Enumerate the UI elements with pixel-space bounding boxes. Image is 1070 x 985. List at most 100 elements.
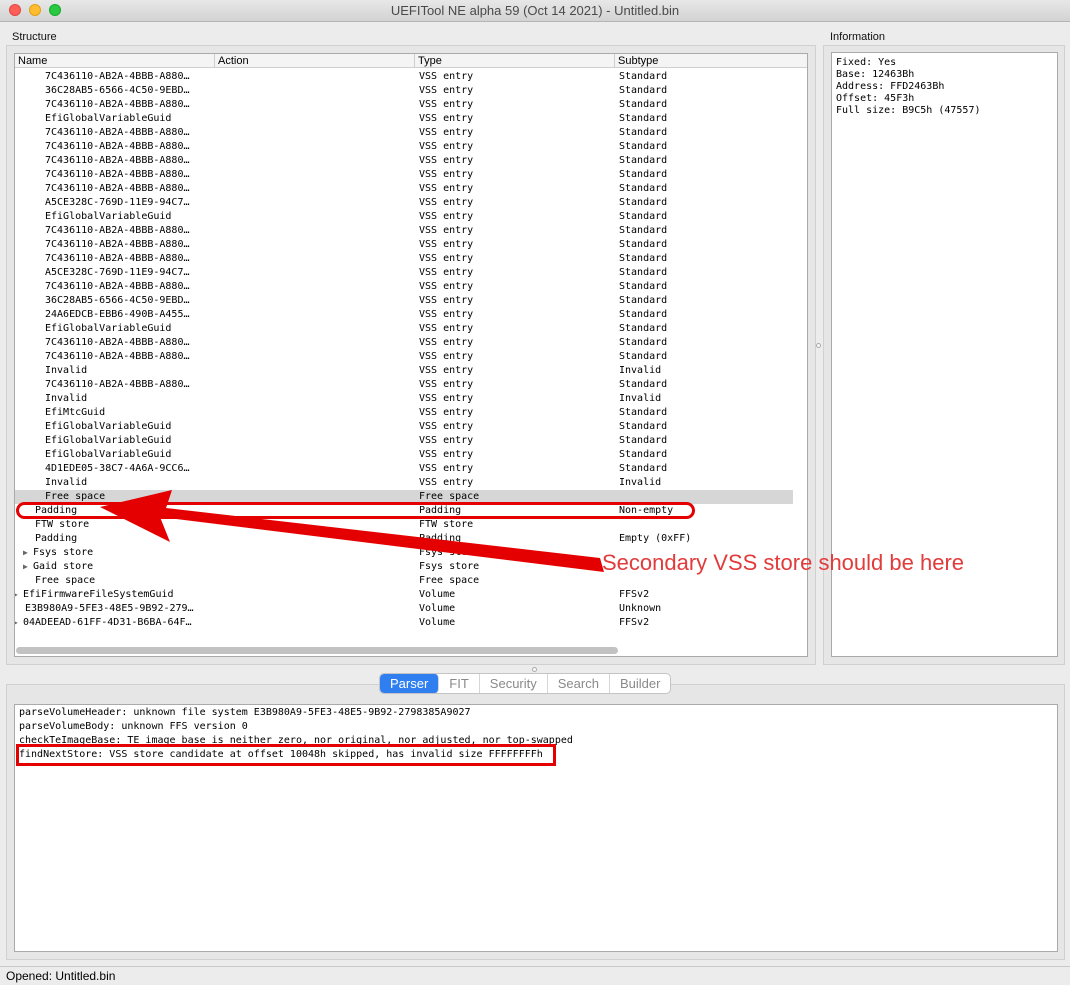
- tree-row-name-text: 7C436110-AB2A-4BBB-A880…: [45, 169, 190, 180]
- tree-row-type: VSS entry: [419, 379, 474, 390]
- tree-row-name-text: 7C436110-AB2A-4BBB-A880…: [45, 351, 190, 362]
- tree-row[interactable]: EfiGlobalVariableGuid VSS entry Standard: [15, 420, 793, 434]
- expand-triangle-icon[interactable]: ▶: [23, 546, 33, 560]
- tree-row[interactable]: ▶EfiFirmwareFileSystemGuid Volume FFSv2: [15, 588, 793, 602]
- tab-security[interactable]: Security: [480, 674, 548, 693]
- tab-search[interactable]: Search: [548, 674, 610, 693]
- tab-parser[interactable]: Parser: [380, 674, 440, 693]
- tree-row[interactable]: 7C436110-AB2A-4BBB-A880… VSS entry Standar…: [15, 126, 793, 140]
- tree-row-type: VSS entry: [419, 267, 474, 278]
- tree-row[interactable]: 7C436110-AB2A-4BBB-A880… VSS entry Standar…: [15, 252, 793, 266]
- tree-row-name-text: 7C436110-AB2A-4BBB-A880…: [45, 71, 190, 82]
- column-header-name[interactable]: Name: [15, 54, 215, 68]
- tree-row[interactable]: Invalid VSS entry Invalid: [15, 364, 793, 378]
- tree-row[interactable]: 7C436110-AB2A-4BBB-A880… VSS entry Standar…: [15, 154, 793, 168]
- parser-log[interactable]: parseVolumeHeader: unknown file system E…: [14, 704, 1058, 952]
- tree-row[interactable]: 7C436110-AB2A-4BBB-A880… VSS entry Standar…: [15, 238, 793, 252]
- tree-row[interactable]: EfiGlobalVariableGuid VSS entry Standard: [15, 210, 793, 224]
- tree-row[interactable]: EfiGlobalVariableGuid VSS entry Standard: [15, 112, 793, 126]
- tab-fit[interactable]: FIT: [439, 674, 480, 693]
- expand-triangle-icon[interactable]: ▶: [15, 588, 23, 602]
- tree-row-subtype: Standard: [619, 127, 668, 138]
- tree-row-name: 7C436110-AB2A-4BBB-A880…: [15, 140, 211, 154]
- tree-row[interactable]: 7C436110-AB2A-4BBB-A880… VSS entry Standar…: [15, 378, 793, 392]
- tree-row[interactable]: EfiGlobalVariableGuid VSS entry Standard: [15, 448, 793, 462]
- status-bar: Opened: Untitled.bin: [0, 966, 1070, 985]
- vertical-splitter-handle[interactable]: [816, 343, 821, 348]
- tree-row[interactable]: Padding Padding Empty (0xFF): [15, 532, 793, 546]
- tree-row[interactable]: 7C436110-AB2A-4BBB-A880… VSS entry Standar…: [15, 350, 793, 364]
- tree-row[interactable]: Invalid VSS entry Invalid: [15, 476, 793, 490]
- tree-row-subtype: Invalid: [619, 393, 662, 404]
- tree-row-name: Free space: [15, 574, 211, 588]
- column-header-action[interactable]: Action: [215, 54, 415, 68]
- expand-triangle-icon[interactable]: ▶: [15, 616, 23, 630]
- tree-row[interactable]: 7C436110-AB2A-4BBB-A880… VSS entry Standar…: [15, 336, 793, 350]
- tree-row-name: EfiMtcGuid: [15, 406, 211, 420]
- tree-row-type: Padding: [419, 533, 462, 544]
- tree-row-type: VSS entry: [419, 113, 474, 124]
- tree-row-type: VSS entry: [419, 393, 474, 404]
- tree-row-name-text: EfiGlobalVariableGuid: [45, 323, 172, 334]
- tree-row[interactable]: 7C436110-AB2A-4BBB-A880… VSS entry Standar…: [15, 140, 793, 154]
- tree-row-type: VSS entry: [419, 141, 474, 152]
- horizontal-scrollbar[interactable]: [16, 647, 618, 654]
- tree-row-name-text: 7C436110-AB2A-4BBB-A880…: [45, 127, 190, 138]
- tree-row-subtype: Standard: [619, 323, 668, 334]
- tree-row-subtype: Standard: [619, 295, 668, 306]
- tree-row[interactable]: 7C436110-AB2A-4BBB-A880… VSS entry Standar…: [15, 182, 793, 196]
- tree-row-type: Volume: [419, 617, 456, 628]
- tree-row-subtype: Standard: [619, 99, 668, 110]
- tree-row[interactable]: EfiGlobalVariableGuid VSS entry Standard: [15, 322, 793, 336]
- tree-row[interactable]: 24A6EDCB-EBB6-490B-A455… VSS entry Standar…: [15, 308, 793, 322]
- tree-row-type: VSS entry: [419, 239, 474, 250]
- tree-row-name-text: 4D1EDE05-38C7-4A6A-9CC6…: [45, 463, 190, 474]
- expand-triangle-icon[interactable]: ▶: [23, 560, 33, 574]
- tree-row-name-text: EfiGlobalVariableGuid: [45, 211, 172, 222]
- tree-row-subtype: Standard: [619, 449, 668, 460]
- tree-row[interactable]: 36C28AB5-6566-4C50-9EBD… VSS entry Standar…: [15, 84, 793, 98]
- tree-row-type: VSS entry: [419, 407, 474, 418]
- tree-row-name: EfiGlobalVariableGuid: [15, 448, 211, 462]
- title-bar: UEFITool NE alpha 59 (Oct 14 2021) - Unt…: [0, 0, 1070, 22]
- tree-row-subtype: Standard: [619, 379, 668, 390]
- horizontal-splitter-handle[interactable]: [532, 667, 537, 672]
- tree-row[interactable]: Invalid VSS entry Invalid: [15, 392, 793, 406]
- tree-row-type: VSS entry: [419, 71, 474, 82]
- tree-row[interactable]: FTW store FTW store: [15, 518, 793, 532]
- tree-row-type: Fsys store: [419, 547, 480, 558]
- tree-row[interactable]: 36C28AB5-6566-4C50-9EBD… VSS entry Standar…: [15, 294, 793, 308]
- tree-row[interactable]: E3B980A9-5FE3-48E5-9B92-279… Volume Unknow…: [15, 602, 793, 616]
- tree-row[interactable]: 7C436110-AB2A-4BBB-A880… VSS entry Standar…: [15, 224, 793, 238]
- tree-row[interactable]: 7C436110-AB2A-4BBB-A880… VSS entry Standar…: [15, 168, 793, 182]
- column-header-type[interactable]: Type: [415, 54, 615, 68]
- tree-row[interactable]: ▶04ADEEAD-61FF-4D31-B6BA-64F… Volume FFSv2: [15, 616, 793, 630]
- tree-row-subtype: Standard: [619, 71, 668, 82]
- tree-row-name: EfiGlobalVariableGuid: [15, 420, 211, 434]
- tree-row-name: FTW store: [15, 518, 211, 532]
- tree-rows: 7C436110-AB2A-4BBB-A880… VSS entry Standar…: [15, 70, 793, 630]
- tree-row-name-text: 7C436110-AB2A-4BBB-A880…: [45, 337, 190, 348]
- tree-row-subtype: Unknown: [619, 603, 662, 614]
- tree-row-subtype: Empty (0xFF): [619, 533, 692, 544]
- tree-row-name-text: E3B980A9-5FE3-48E5-9B92-279…: [25, 603, 194, 614]
- tree-row-name: 7C436110-AB2A-4BBB-A880…: [15, 224, 211, 238]
- tree-row[interactable]: 7C436110-AB2A-4BBB-A880… VSS entry Standar…: [15, 280, 793, 294]
- tree-row[interactable]: EfiMtcGuid VSS entry Standard: [15, 406, 793, 420]
- column-header-subtype[interactable]: Subtype: [615, 54, 807, 68]
- tree-row[interactable]: A5CE328C-769D-11E9-94C7… VSS entry Standar…: [15, 266, 793, 280]
- tree-row-subtype: Standard: [619, 337, 668, 348]
- tree-row[interactable]: Free space Free space: [15, 574, 793, 588]
- tree-row-subtype: Standard: [619, 211, 668, 222]
- tree-row[interactable]: 4D1EDE05-38C7-4A6A-9CC6… VSS entry Standar…: [15, 462, 793, 476]
- tab-builder[interactable]: Builder: [610, 674, 670, 693]
- tree-row-subtype: Standard: [619, 281, 668, 292]
- tree-row-name: EfiGlobalVariableGuid: [15, 322, 211, 336]
- tree-row[interactable]: A5CE328C-769D-11E9-94C7… VSS entry Standar…: [15, 196, 793, 210]
- tree-row-name: ▶EfiFirmwareFileSystemGuid: [15, 588, 211, 602]
- tree-row[interactable]: 7C436110-AB2A-4BBB-A880… VSS entry Standar…: [15, 98, 793, 112]
- tree-row-name-text: 36C28AB5-6566-4C50-9EBD…: [45, 85, 190, 96]
- tree-row[interactable]: 7C436110-AB2A-4BBB-A880… VSS entry Standar…: [15, 70, 793, 84]
- tree-row-name: 7C436110-AB2A-4BBB-A880…: [15, 70, 211, 84]
- tree-row[interactable]: EfiGlobalVariableGuid VSS entry Standard: [15, 434, 793, 448]
